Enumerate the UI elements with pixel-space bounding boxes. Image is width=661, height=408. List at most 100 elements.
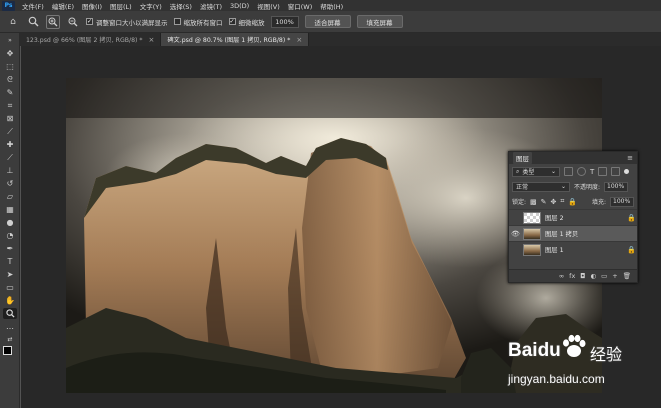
menu-3d[interactable]: 3D(D): [226, 2, 253, 10]
swap-colors-icon[interactable]: ⇄: [3, 334, 17, 345]
menu-file[interactable]: 文件(F): [18, 1, 48, 11]
fill-label: 填充:: [591, 199, 606, 206]
menu-view[interactable]: 视图(V): [253, 1, 284, 11]
menu-filter[interactable]: 滤镜(T): [196, 1, 226, 11]
add-mask-icon[interactable]: ◘: [580, 272, 585, 280]
blur-tool-icon[interactable]: ●: [3, 217, 17, 228]
shape-tool-icon[interactable]: ▭: [3, 282, 17, 293]
layer-thumbnail: [523, 211, 541, 224]
close-icon[interactable]: ×: [296, 36, 302, 44]
marquee-tool-icon[interactable]: ⬚: [3, 61, 17, 72]
zoom-out-icon[interactable]: [66, 15, 80, 29]
layer-name: 图层 1: [545, 247, 564, 254]
layer-thumbnail: [523, 243, 541, 256]
resize-windows-checkbox[interactable]: ✓ 调整窗口大小以满屏显示: [86, 17, 168, 27]
link-layers-icon[interactable]: ∞: [559, 272, 564, 280]
toolbar-collapse-icon[interactable]: »: [3, 35, 17, 46]
tab-document-123[interactable]: 123.psd @ 66% (图层 2 拷贝, RGB/8) * ×: [20, 33, 162, 46]
new-layer-icon[interactable]: +: [612, 272, 617, 280]
layer-row-selected[interactable]: 👁 图层 1 拷贝: [509, 225, 637, 241]
eye-icon[interactable]: 👁: [511, 230, 520, 238]
lock-artboard-icon[interactable]: ⌗: [560, 197, 564, 206]
hand-tool-icon[interactable]: ✋: [3, 295, 17, 306]
filter-pixel-icon[interactable]: [564, 167, 573, 176]
layer-row[interactable]: 图层 1 🔒: [509, 241, 637, 257]
lock-image-icon[interactable]: ✎: [541, 198, 547, 206]
zoom-in-icon[interactable]: [46, 14, 60, 29]
fill-field[interactable]: 100%: [610, 196, 634, 207]
zoom-percent-field[interactable]: 100%: [270, 15, 299, 28]
layers-panel-footer: ∞ fx ◘ ◐ ▭ + 🗑: [509, 269, 637, 282]
panel-menu-icon[interactable]: ≡: [627, 154, 633, 162]
layer-name: 图层 2: [545, 215, 564, 222]
opacity-field[interactable]: 100%: [604, 181, 629, 192]
home-icon[interactable]: ⌂: [6, 15, 20, 29]
foreground-color-swatch[interactable]: [3, 346, 12, 355]
watermark-url: jingyan.baidu.com: [508, 372, 605, 386]
filter-type-icon[interactable]: T: [590, 168, 594, 176]
zoom-all-windows-checkbox[interactable]: 缩放所有窗口: [173, 17, 223, 27]
new-group-icon[interactable]: ▭: [601, 272, 607, 280]
more-tools-icon[interactable]: …: [3, 321, 17, 332]
lock-transparent-icon[interactable]: ▩: [530, 198, 537, 206]
frame-tool-icon[interactable]: ⊠: [3, 113, 17, 124]
filter-shape-icon[interactable]: [598, 167, 608, 176]
filter-toggle-icon[interactable]: [624, 169, 630, 174]
menu-type[interactable]: 文字(Y): [136, 1, 166, 11]
watermark-suffix: 经验: [590, 345, 623, 364]
document-tabs: 123.psd @ 66% (图层 2 拷贝, RGB/8) * × 碑文.ps…: [20, 33, 661, 46]
blend-mode-select[interactable]: 正常 ⌄: [512, 181, 570, 192]
paw-icon: [561, 334, 587, 360]
eraser-tool-icon[interactable]: ▱: [3, 191, 17, 202]
menu-edit[interactable]: 编辑(E): [48, 1, 78, 11]
layer-filter-select[interactable]: ⌕ 类型 ⌄: [512, 166, 560, 177]
tab-document-beiwen[interactable]: 碑文.psd @ 80.7% (图层 1 拷贝, RGB/8) * ×: [161, 33, 310, 46]
baidu-jingyan-watermark: Baidu 经验 jingyan.baidu.com: [508, 334, 658, 404]
filter-smart-object-icon[interactable]: [611, 167, 621, 176]
path-select-tool-icon[interactable]: ➤: [3, 269, 17, 280]
pen-tool-icon[interactable]: ✒: [3, 243, 17, 254]
menu-help[interactable]: 帮助(H): [316, 1, 347, 11]
lock-all-icon[interactable]: 🔒: [568, 198, 577, 206]
menu-window[interactable]: 窗口(W): [284, 1, 317, 11]
lock-icon: 🔒: [627, 213, 636, 222]
layers-panel-title[interactable]: 图层: [513, 152, 532, 164]
delete-layer-icon[interactable]: 🗑: [623, 272, 631, 280]
checkbox-unchecked-icon[interactable]: [173, 18, 181, 25]
quick-select-tool-icon[interactable]: ✎: [3, 87, 17, 98]
lock-icon: 🔒: [627, 245, 636, 254]
adjustment-layer-icon[interactable]: ◐: [590, 272, 596, 280]
crop-tool-icon[interactable]: ⌗: [3, 100, 17, 111]
menu-image[interactable]: 图像(I): [78, 1, 106, 11]
dodge-tool-icon[interactable]: ◔: [3, 230, 17, 241]
chevron-down-icon: ⌄: [560, 183, 566, 190]
menu-select[interactable]: 选择(S): [166, 1, 196, 11]
layer-row[interactable]: 图层 2 🔒: [509, 209, 637, 225]
healing-brush-tool-icon[interactable]: ✚: [3, 139, 17, 150]
checkbox-checked-icon[interactable]: ✓: [86, 18, 93, 25]
layer-style-icon[interactable]: fx: [569, 272, 575, 280]
brush-tool-icon[interactable]: ⟋: [3, 152, 17, 163]
menu-bar: Ps 文件(F) 编辑(E) 图像(I) 图层(L) 文字(Y) 选择(S) 滤…: [0, 0, 661, 11]
type-tool-icon[interactable]: T: [3, 256, 17, 267]
zoom-tool-preset-icon[interactable]: [26, 15, 40, 29]
move-tool-icon[interactable]: ✥: [3, 48, 17, 59]
eyedropper-tool-icon[interactable]: ⟋: [3, 126, 17, 137]
zoom-tool-icon[interactable]: [3, 308, 17, 319]
menu-layer[interactable]: 图层(L): [106, 1, 136, 11]
close-icon[interactable]: ×: [149, 36, 155, 44]
fill-screen-button[interactable]: 填充屏幕: [356, 15, 403, 28]
photoshop-logo: Ps: [2, 0, 15, 11]
checkbox-checked-icon[interactable]: ✓: [228, 18, 236, 25]
lock-position-icon[interactable]: ✥: [551, 198, 557, 206]
layers-panel-header: 图层 ≡: [509, 152, 637, 164]
gradient-tool-icon[interactable]: ▦: [3, 204, 17, 215]
clone-stamp-tool-icon[interactable]: ⊥: [3, 165, 17, 176]
lasso-tool-icon[interactable]: ᘓ: [3, 74, 17, 85]
tools-panel: » ✥ ⬚ ᘓ ✎ ⌗ ⊠ ⟋ ✚ ⟋ ⊥ ↺ ▱ ▦ ● ◔ ✒ T ➤ ▭ …: [0, 33, 20, 408]
history-brush-tool-icon[interactable]: ↺: [3, 178, 17, 189]
filter-adjustment-icon[interactable]: [577, 167, 586, 176]
fit-screen-button[interactable]: 适合屏幕: [304, 15, 351, 28]
layer-filter-row: ⌕ 类型 ⌄ T: [509, 164, 637, 179]
scrubby-zoom-checkbox[interactable]: ✓ 细微缩放: [228, 17, 265, 27]
